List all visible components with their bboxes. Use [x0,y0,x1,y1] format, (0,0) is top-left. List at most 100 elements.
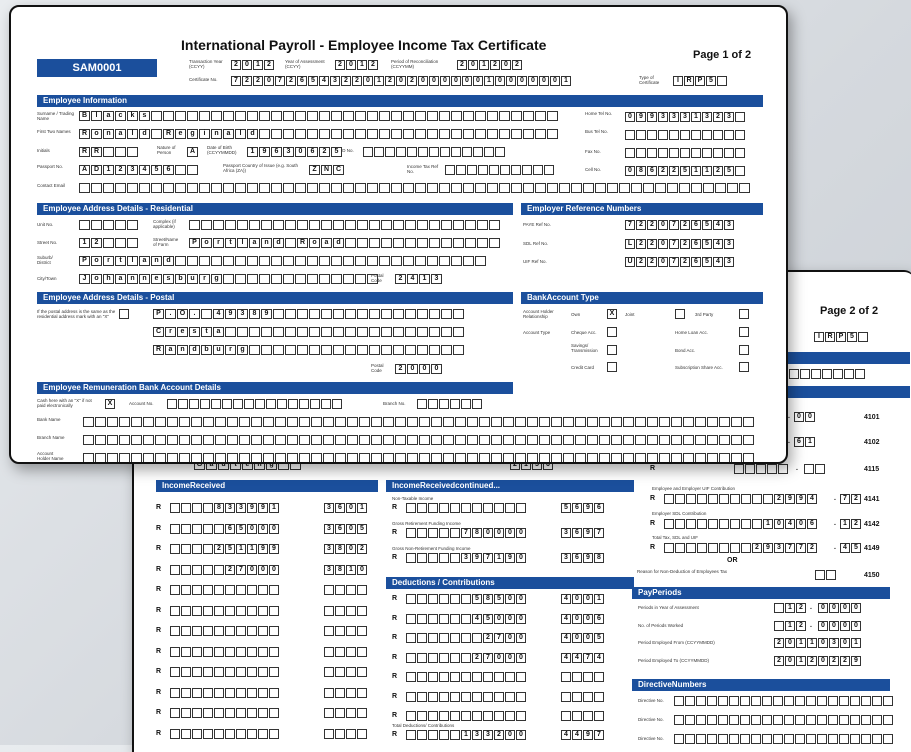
bond-checkbox[interactable] [739,345,749,355]
deduction-code-field[interactable] [561,672,605,682]
income-amount-field[interactable] [170,646,280,657]
branch-name-field[interactable] [83,435,755,445]
total-deductions-field[interactable]: 133200 [406,730,527,740]
tax-amount-field[interactable]: 10406 [664,519,818,529]
home-loan-checkbox[interactable] [739,327,749,337]
home-tel-field[interactable]: 0993331323 [625,112,746,122]
credit-card-checkbox[interactable] [607,362,617,372]
postal-line-3-field[interactable]: Randburg [153,345,465,355]
tax-cents-field[interactable]: 45 [840,543,862,553]
complex-field[interactable] [189,220,501,230]
fax-field[interactable] [625,148,746,158]
tax-amount-field[interactable]: 293772 [664,543,818,553]
bus-tel-field[interactable] [625,130,746,140]
sdl-field[interactable]: L220726543 [625,239,735,249]
country-field[interactable]: ZNC [309,165,345,175]
same-address-checkbox[interactable] [119,309,129,319]
deduction-amount-field[interactable] [406,672,527,682]
initials-field[interactable]: RR [79,147,139,157]
deduction-code-field[interactable]: 4474 [561,652,605,663]
pay-period-date-field[interactable]: 20110301 [774,638,862,648]
income-amount-field[interactable] [170,728,280,739]
income-amount-field[interactable]: 833991 [170,503,280,513]
certificate-no-field[interactable]: 7220726543220120200000010000001 [231,76,572,86]
branch-no-field[interactable] [417,399,483,409]
deduction-amount-field[interactable]: 27000 [406,652,527,663]
contact-email-field[interactable] [79,183,751,193]
holder-name-field[interactable] [83,453,755,462]
income-continued-code-field[interactable]: 3697 [561,528,605,538]
street-field[interactable]: PortlandRoad [189,238,501,248]
surname-field[interactable]: Blacks [79,111,559,121]
year-of-assessment-field[interactable]: 2012 [335,60,379,70]
tax-amount-field[interactable] [734,464,789,474]
tax-cents-field[interactable]: 61 [794,437,816,447]
filler-field[interactable] [789,369,866,379]
deduction-code-field[interactable]: 4001 [561,594,605,604]
income-amount-field[interactable] [170,605,280,616]
tax-cents-field[interactable]: 12 [840,519,862,529]
city-field[interactable]: Johannesburg [79,274,379,284]
income-amount-field[interactable] [170,687,280,698]
first-names-field[interactable]: RonaldReginald [79,129,559,139]
income-code-field[interactable]: 3601 [324,503,368,513]
cheque-checkbox[interactable] [607,327,617,337]
suburb-field[interactable]: Portland [79,256,487,266]
deduction-code-field[interactable] [561,691,605,702]
income-continued-code-field[interactable]: 5696 [561,503,605,513]
deduction-amount-field[interactable] [406,711,527,721]
income-amount-field[interactable]: 251199 [170,544,280,554]
dob-field[interactable]: 19630625 [247,147,343,157]
nature-field[interactable]: A [187,147,199,157]
income-code-field[interactable] [324,605,368,616]
directive-no-field[interactable] [674,696,894,706]
account-no-field[interactable] [167,399,343,409]
street-no-field[interactable]: 12 [79,238,139,248]
postal-code-field[interactable]: 2413 [395,274,443,284]
deduction-amount-field[interactable]: 2700 [406,633,527,643]
tax-cents-field[interactable]: 72 [840,494,862,504]
income-code-field[interactable] [324,626,368,636]
income-continued-code-field[interactable]: 3698 [561,553,605,563]
income-code-field[interactable] [324,646,368,657]
pay-period-int-field[interactable]: 12 [774,603,807,613]
joint-checkbox[interactable] [675,309,685,319]
income-amount-field[interactable]: 65000 [170,523,280,534]
deduction-code-field[interactable]: 4006 [561,613,605,624]
deduction-code-field[interactable] [561,711,605,721]
pay-period-date-field[interactable]: 20120229 [774,655,862,666]
deduction-amount-field[interactable]: 58500 [406,594,527,604]
income-amount-field[interactable] [170,708,280,718]
income-amount-field[interactable]: 27000 [170,564,280,575]
income-tax-field[interactable] [445,165,555,175]
cash-checkbox[interactable]: X [105,399,115,409]
postal-line-1-field[interactable]: P.O.49389 [153,309,465,319]
deduction-amount-field[interactable]: 45000 [406,613,527,624]
income-amount-field[interactable] [170,585,280,595]
income-amount-field[interactable] [170,667,280,677]
certificate-type-field[interactable]: IRP5 [673,76,728,86]
transaction-year-field[interactable]: 2012 [231,60,275,70]
deduction-code-field[interactable]: 4005 [561,633,605,643]
postal-line-2-field[interactable]: Cresta [153,327,465,337]
tax-amount-field[interactable]: 2994 [664,494,818,504]
income-code-field[interactable]: 3810 [324,564,368,575]
pay-period-int-field[interactable]: 12 [774,620,807,631]
id-field[interactable] [363,147,506,157]
savings-checkbox[interactable] [607,345,617,355]
pay-period-dec-field[interactable]: 0000 [818,620,862,631]
bank-name-field[interactable] [83,417,755,427]
postal-code-field[interactable]: 2000 [395,364,443,374]
income-amount-field[interactable] [170,626,280,636]
income-code-field[interactable]: 3605 [324,523,368,534]
passport-field[interactable]: AD123456 [79,165,199,175]
certificate-type-field[interactable]: IRP5 [814,332,869,342]
directive-no-field[interactable] [674,715,894,725]
income-code-field[interactable] [324,728,368,739]
income-continued-amount-field[interactable]: 780000 [406,528,527,538]
period-field[interactable]: 201202 [457,60,523,70]
deduction-amount-field[interactable] [406,691,527,702]
uif-field[interactable]: U220726543 [625,257,735,267]
reason-field[interactable] [815,570,837,580]
income-code-field[interactable]: 3802 [324,544,368,554]
